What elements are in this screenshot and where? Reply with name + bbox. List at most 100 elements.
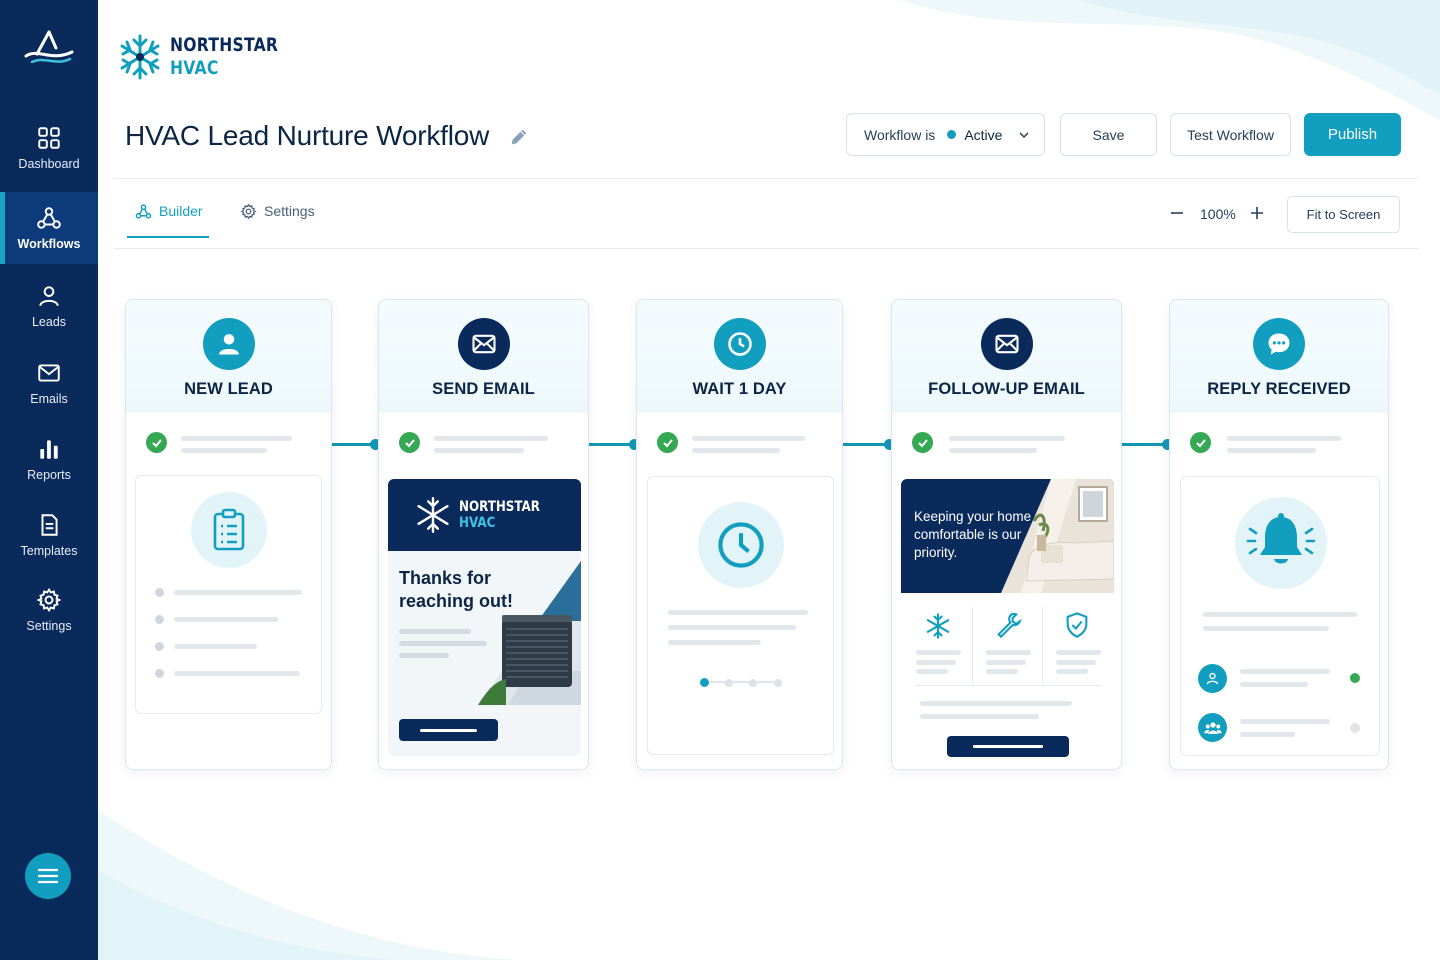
sidebar-item-label: Settings: [26, 619, 72, 633]
tab-settings[interactable]: Settings: [240, 203, 315, 237]
workflow-step-follow-up-email[interactable]: FOLLOW-UP EMAIL Keeping your home comfor…: [891, 299, 1122, 770]
step-header: NEW LEAD: [126, 300, 331, 413]
status-value: Active: [964, 126, 1003, 143]
sidebar-item-label: Reports: [27, 468, 71, 482]
brand-name-line1: NORTHSTAR: [170, 34, 279, 56]
step-icon-circle: [713, 318, 766, 370]
ac-unit-image: [478, 561, 581, 705]
gear-icon: [240, 203, 257, 220]
sidebar-item-label: Dashboard: [18, 157, 80, 171]
email-brand-line1: NORTHSTAR: [458, 499, 540, 515]
step-icon-circle: [980, 318, 1033, 370]
wait-panel: [647, 476, 834, 755]
snowflake-logo-icon: [417, 497, 449, 533]
pencil-edit-icon[interactable]: [508, 126, 530, 148]
sidebar-item-workflows[interactable]: Workflows: [0, 192, 98, 264]
step-connector: [332, 439, 381, 450]
step-title: FOLLOW-UP EMAIL: [928, 380, 1085, 398]
chevron-down-icon: [1019, 132, 1029, 139]
sidebar-item-label: Emails: [30, 392, 68, 406]
sidebar-item-emails[interactable]: Emails: [0, 347, 98, 419]
snowflake-logo-icon: [120, 34, 160, 80]
step-connector: [1122, 439, 1173, 450]
online-status-dot: [1350, 673, 1360, 683]
page-title: HVAC Lead Nurture Workflow: [125, 120, 490, 151]
document-icon: [41, 514, 58, 536]
sidebar-item-label: Workflows: [17, 237, 81, 251]
wrench-icon: [997, 612, 1022, 639]
step-header: FOLLOW-UP EMAIL: [892, 300, 1121, 413]
background-wave-bottom: [98, 810, 518, 960]
email-preview: NORTHSTAR HVAC Thanks for reaching out!: [388, 479, 581, 756]
workflow-step-wait-1-day[interactable]: WAIT 1 DAY: [636, 299, 843, 770]
step-connector: [843, 439, 895, 450]
step-title: REPLY RECEIVED: [1207, 380, 1351, 398]
lead-avatar-icon: [1198, 664, 1227, 693]
zoom-in-icon[interactable]: [1249, 205, 1265, 221]
header-divider: [114, 178, 1418, 179]
tab-label: Builder: [159, 203, 203, 219]
workflow-step-reply-received[interactable]: REPLY RECEIVED: [1169, 299, 1389, 770]
workflow-status-dropdown[interactable]: Workflow is Active: [846, 113, 1045, 156]
hamburger-icon: [38, 868, 58, 884]
follow-up-email-preview: Keeping your home comfortable is our pri…: [901, 479, 1114, 769]
mail-icon: [471, 334, 496, 354]
step-title: SEND EMAIL: [432, 380, 535, 398]
fit-to-screen-button[interactable]: Fit to Screen: [1287, 196, 1400, 233]
check-icon: [146, 432, 167, 453]
status-label: Workflow is: [864, 126, 936, 143]
user-icon: [39, 286, 59, 307]
workflow-step-new-lead[interactable]: NEW LEAD: [125, 299, 332, 770]
test-workflow-button[interactable]: Test Workflow: [1170, 113, 1291, 156]
step-connector: [589, 439, 640, 450]
save-button[interactable]: Save: [1060, 113, 1157, 156]
workflow-icon: [135, 204, 152, 219]
zoom-out-icon[interactable]: [1169, 205, 1185, 221]
sidebar-item-label: Leads: [31, 315, 67, 329]
email-brand-line2: HVAC: [458, 515, 496, 531]
step-header: WAIT 1 DAY: [637, 300, 842, 413]
email-cta-button: [399, 719, 498, 741]
sidebar-item-label: Templates: [20, 544, 78, 558]
brand-name-line2: HVAC: [170, 57, 219, 79]
team-avatar-icon: [1198, 713, 1227, 742]
email-cta-button: [947, 736, 1069, 757]
toolbar-divider: [114, 248, 1418, 249]
step-title: WAIT 1 DAY: [692, 380, 787, 398]
step-title: NEW LEAD: [184, 380, 273, 398]
workflow-step-send-email[interactable]: SEND EMAIL NORTHSTAR HVAC Thanks for reac…: [378, 299, 589, 770]
tab-builder[interactable]: Builder: [127, 203, 209, 238]
check-icon: [912, 432, 933, 453]
sidebar-item-dashboard[interactable]: Dashboard: [0, 112, 98, 184]
shield-check-icon: [1066, 612, 1088, 638]
reply-panel: [1180, 476, 1380, 756]
sidebar: Dashboard Workflows Leads Emails Reports…: [0, 0, 98, 960]
zoom-level: 100%: [1200, 206, 1236, 222]
snowflake-icon: [926, 613, 950, 639]
sidebar-item-templates[interactable]: Templates: [0, 499, 98, 571]
gear-icon: [36, 587, 62, 613]
menu-button[interactable]: [25, 853, 71, 899]
publish-button[interactable]: Publish: [1304, 113, 1401, 156]
app-logo-icon[interactable]: [22, 26, 76, 70]
chat-icon: [1268, 333, 1290, 355]
email-hero-banner: Keeping your home comfortable is our pri…: [901, 479, 1114, 593]
sidebar-item-reports[interactable]: Reports: [0, 423, 98, 495]
active-status-dot: [947, 130, 957, 139]
clipboard-icon: [213, 508, 245, 551]
sidebar-item-settings[interactable]: Settings: [0, 574, 98, 646]
grid-icon: [38, 127, 60, 149]
mail-icon: [38, 364, 60, 382]
progress-dot-active: [700, 678, 709, 687]
sidebar-item-leads[interactable]: Leads: [0, 270, 98, 342]
bar-chart-icon: [40, 440, 58, 459]
clock-icon: [718, 522, 764, 568]
brand-logo: NORTHSTAR HVAC: [118, 32, 302, 82]
step-icon-circle: [202, 318, 255, 370]
email-hero-text: Keeping your home comfortable is our pri…: [914, 509, 1032, 560]
check-icon: [399, 432, 420, 453]
email-banner: NORTHSTAR HVAC: [388, 479, 581, 551]
step-header: REPLY RECEIVED: [1170, 300, 1388, 413]
step-icon-circle: [457, 318, 510, 370]
workflow-icon: [37, 207, 61, 229]
